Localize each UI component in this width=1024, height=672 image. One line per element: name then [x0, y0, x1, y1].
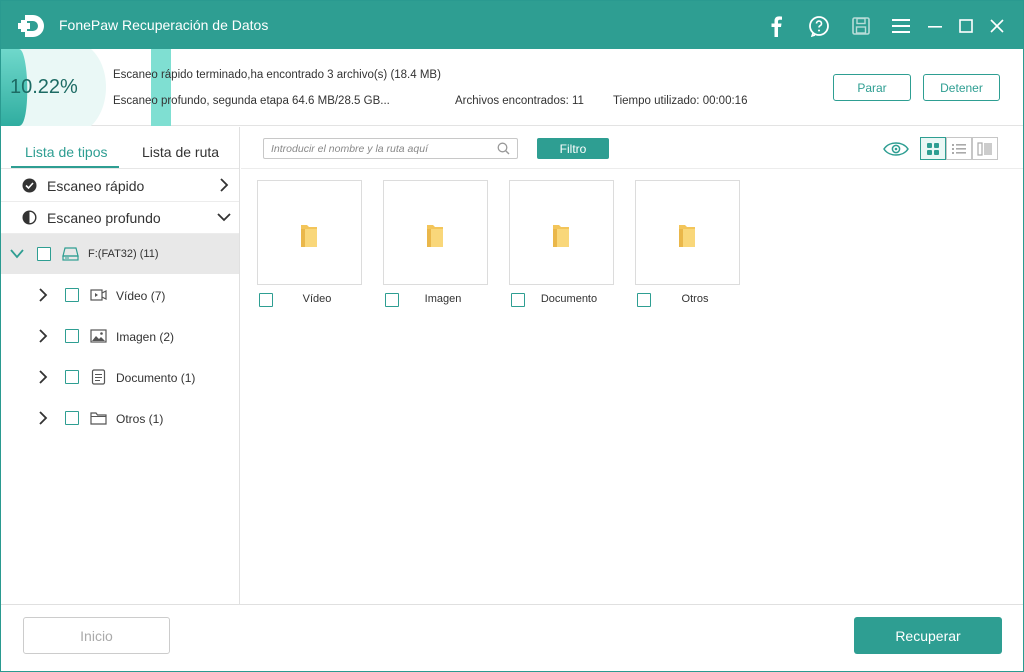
- card-checkbox-document[interactable]: [511, 293, 525, 307]
- category-card-video[interactable]: [257, 180, 362, 285]
- tree-item-image[interactable]: Imagen (2): [1, 316, 239, 356]
- drive-checkbox[interactable]: [37, 247, 51, 261]
- folder-icon: [553, 225, 569, 247]
- chevron-right-icon[interactable]: [38, 329, 48, 343]
- home-button[interactable]: Inicio: [23, 617, 170, 654]
- video-icon: [90, 289, 107, 301]
- document-checkbox[interactable]: [65, 370, 79, 384]
- others-checkbox[interactable]: [65, 411, 79, 425]
- fonepaw-logo-icon: [18, 15, 44, 37]
- drive-label: F:(FAT32) (11): [88, 248, 159, 260]
- scan-progress-indicator: 10.22%: [1, 49, 171, 126]
- card-label-video: Vídeo: [302, 293, 332, 305]
- folder-icon: [679, 225, 695, 247]
- sidebar-tabs: Lista de tipos Lista de ruta: [1, 127, 239, 169]
- quick-scan-row[interactable]: Escaneo rápido: [1, 170, 239, 202]
- chevron-down-icon: [217, 213, 231, 222]
- hard-drive-icon: [62, 247, 79, 261]
- content-divider: [241, 168, 1023, 169]
- maximize-icon[interactable]: [954, 14, 978, 38]
- card-label-image: Imagen: [424, 293, 462, 305]
- search-box[interactable]: [263, 138, 518, 159]
- active-tab-indicator: [11, 166, 119, 168]
- card-label-document: Documento: [540, 293, 598, 305]
- chevron-right-icon[interactable]: [38, 288, 48, 302]
- tree-item-others[interactable]: Otros (1): [1, 398, 239, 438]
- deep-scan-status: Escaneo profundo, segunda etapa 64.6 MB/…: [113, 95, 390, 107]
- card-checkbox-image[interactable]: [385, 293, 399, 307]
- close-icon[interactable]: [985, 14, 1009, 38]
- category-card-document[interactable]: [509, 180, 614, 285]
- footer-bar: Inicio Recuperar: [1, 604, 1023, 671]
- image-checkbox[interactable]: [65, 329, 79, 343]
- video-label: Vídeo (7): [116, 289, 166, 303]
- scan-status-bar: 10.22% Escaneo rápido terminado,ha encon…: [1, 49, 1023, 126]
- quick-scan-label: Escaneo rápido: [47, 177, 145, 194]
- deep-scan-label: Escaneo profundo: [47, 209, 161, 226]
- category-card-image[interactable]: [383, 180, 488, 285]
- files-found-count: Archivos encontrados: 11: [455, 95, 584, 107]
- others-label: Otros (1): [116, 412, 164, 426]
- eye-icon[interactable]: [883, 140, 909, 158]
- drive-row[interactable]: F:(FAT32) (11): [1, 234, 239, 274]
- document-icon: [91, 369, 106, 385]
- tree-item-document[interactable]: Documento (1): [1, 357, 239, 397]
- check-circle-icon: [22, 178, 37, 193]
- search-icon[interactable]: [497, 142, 510, 155]
- stop-button[interactable]: Detener: [923, 74, 1000, 101]
- app-window: FonePaw Recuperación de Datos 10.22% Esc…: [0, 0, 1024, 672]
- save-icon[interactable]: [849, 14, 873, 38]
- tab-path-list[interactable]: Lista de ruta: [142, 144, 219, 160]
- sidebar: Lista de tipos Lista de ruta Escaneo ráp…: [1, 127, 240, 604]
- title-bar: FonePaw Recuperación de Datos: [1, 1, 1023, 49]
- search-input[interactable]: [271, 141, 491, 157]
- list-view-icon[interactable]: [946, 137, 972, 160]
- filter-button[interactable]: Filtro: [537, 138, 609, 159]
- document-label: Documento (1): [116, 371, 196, 385]
- deep-scan-row[interactable]: Escaneo profundo: [1, 202, 239, 234]
- detail-view-icon[interactable]: [972, 137, 998, 160]
- progress-percentage: 10.22%: [10, 76, 78, 98]
- tree-item-video[interactable]: Vídeo (7): [1, 275, 239, 315]
- pause-button[interactable]: Parar: [833, 74, 911, 101]
- card-checkbox-others[interactable]: [637, 293, 651, 307]
- folder-icon: [301, 225, 317, 247]
- menu-icon[interactable]: [889, 14, 913, 38]
- card-label-others: Otros: [681, 293, 709, 305]
- image-label: Imagen (2): [116, 330, 175, 344]
- folder-icon: [90, 412, 107, 425]
- video-checkbox[interactable]: [65, 288, 79, 302]
- chevron-right-icon[interactable]: [38, 411, 48, 425]
- elapsed-time: Tiempo utilizado: 00:00:16: [613, 95, 748, 107]
- help-icon[interactable]: [807, 14, 831, 38]
- tab-type-list[interactable]: Lista de tipos: [25, 144, 108, 160]
- recover-button[interactable]: Recuperar: [854, 617, 1002, 654]
- chevron-down-icon[interactable]: [10, 248, 24, 260]
- grid-view-icon[interactable]: [920, 137, 946, 160]
- half-circle-icon: [22, 210, 37, 225]
- category-card-others[interactable]: [635, 180, 740, 285]
- card-checkbox-video[interactable]: [259, 293, 273, 307]
- minimize-icon[interactable]: [923, 14, 947, 38]
- chevron-right-icon[interactable]: [38, 370, 48, 384]
- chevron-right-icon: [220, 178, 229, 192]
- quick-scan-status: Escaneo rápido terminado,ha encontrado 3…: [113, 69, 441, 81]
- image-icon: [90, 329, 107, 343]
- facebook-icon[interactable]: [764, 14, 788, 38]
- folder-icon: [427, 225, 443, 247]
- app-title: FonePaw Recuperación de Datos: [59, 17, 269, 33]
